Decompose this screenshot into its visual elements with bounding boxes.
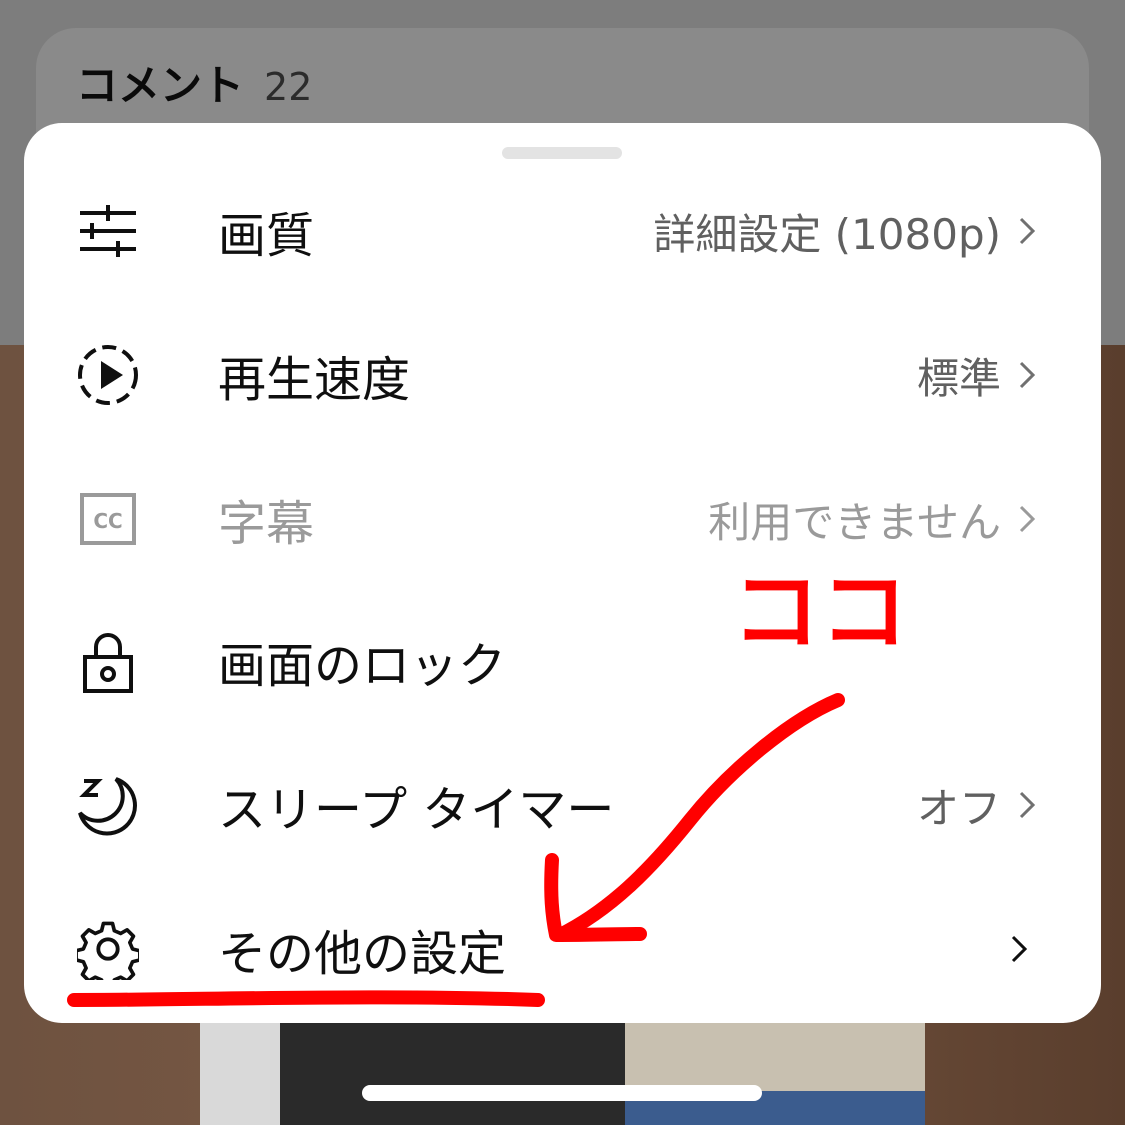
menu-item-value: 利用できません	[708, 497, 1001, 547]
menu-item-label: 再生速度	[218, 352, 411, 408]
sheet-grabber[interactable]	[502, 147, 622, 159]
menu-item-more-settings[interactable]: その他の設定	[24, 889, 1101, 1009]
gear-icon	[76, 917, 140, 981]
menu-item-sleep-timer[interactable]: スリープ タイマー オフ	[24, 745, 1101, 865]
menu-item-playback-speed[interactable]: 再生速度 標準	[24, 315, 1101, 435]
menu-item-label: スリープ タイマー	[218, 782, 615, 838]
comments-title: コメント	[76, 61, 245, 110]
chevron-right-icon	[1019, 505, 1036, 533]
sliders-icon	[76, 199, 140, 263]
comments-count: 22	[264, 65, 313, 109]
sleep-timer-icon	[76, 773, 140, 837]
chevron-right-icon	[1019, 217, 1036, 245]
captions-icon: CC	[76, 487, 140, 551]
menu-item-captions[interactable]: CC 字幕 利用できません	[24, 459, 1101, 579]
chevron-right-icon	[1019, 361, 1036, 389]
menu-item-label: その他の設定	[218, 926, 507, 982]
lock-icon	[76, 629, 140, 693]
menu-item-value: 詳細設定 (1080p)	[653, 209, 1001, 259]
playback-speed-icon	[76, 343, 140, 407]
chevron-right-icon	[1011, 935, 1028, 963]
settings-sheet: 画質 詳細設定 (1080p) 再生速度 標準 CC 字幕 利用できません 画面…	[24, 123, 1101, 1023]
menu-item-screen-lock[interactable]: 画面のロック	[24, 601, 1101, 721]
comments-header: コメント 22	[76, 52, 312, 113]
menu-item-label: 画質	[218, 208, 315, 264]
menu-item-label: 字幕	[218, 496, 315, 552]
menu-item-value: オフ	[916, 783, 1001, 833]
menu-item-value: 標準	[916, 353, 1001, 403]
home-indicator	[362, 1085, 762, 1101]
menu-item-quality[interactable]: 画質 詳細設定 (1080p)	[24, 171, 1101, 291]
menu-item-label: 画面のロック	[218, 638, 507, 694]
chevron-right-icon	[1019, 791, 1036, 819]
video-thumbnail	[200, 1010, 925, 1125]
screen: コメント 22 画質 詳細設定 (1080p) 再生速度 標準 CC 字幕 利用…	[0, 0, 1125, 1125]
svg-text:CC: CC	[93, 509, 122, 533]
